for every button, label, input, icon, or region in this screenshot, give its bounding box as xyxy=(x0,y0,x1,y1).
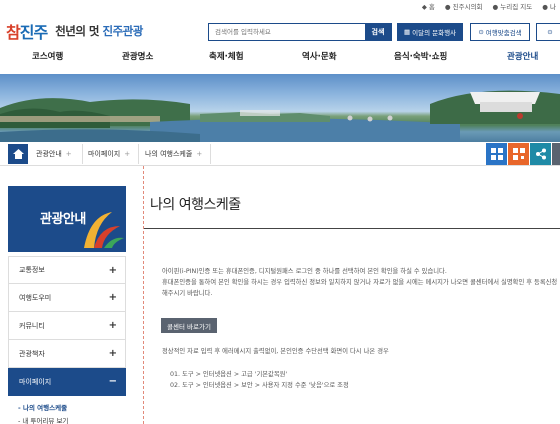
sidebar-item-transport[interactable]: 교통정보 + xyxy=(8,256,126,284)
menu-icon: ⊙ xyxy=(547,28,553,36)
title-divider xyxy=(144,228,560,229)
monthly-culture-events-button[interactable]: ▦ 이달의 문화행사 xyxy=(397,23,463,41)
main-navigation: 코스여행 관광명소 축제·체험 역사·문화 음식·숙박·쇼핑 관광안내 xyxy=(0,50,560,66)
breadcrumb-item-mypage[interactable]: 마이페이지 + xyxy=(88,149,130,159)
left-sidebar: 관광안내 교통정보 + 여행도우미 + 커뮤니티 + 관광책자 + 마이페이지 − - 나… xyxy=(8,186,126,424)
sidebar-submenu: - 나의 여행스케줄 - 내 투어리뷰 보기 xyxy=(8,396,126,424)
hero-banner-image xyxy=(0,74,560,142)
breadcrumb-divider xyxy=(138,144,139,164)
sidebar-item-brochures[interactable]: 관광책자 + xyxy=(8,340,126,368)
home-icon xyxy=(12,149,24,159)
home-button[interactable] xyxy=(8,144,28,164)
expand-icon: + xyxy=(108,320,117,331)
breadcrumb-divider xyxy=(210,144,211,164)
step-text: 01. 도구 > 인터넷옵션 > 고급 '기본값복원' xyxy=(170,371,288,378)
sidebar-item-mypage[interactable]: 마이페이지 − xyxy=(8,368,126,396)
qr-icon xyxy=(512,148,525,160)
utility-bar: ◆ 홈 ● 진주시의회 ● 누리집 지도 ● 나 xyxy=(422,0,560,12)
calendar-icon: ▦ xyxy=(403,28,411,36)
share-grid-button[interactable] xyxy=(486,143,507,165)
nav-food-lodging-shopping[interactable]: 음식·숙박·쇼핑 xyxy=(394,50,447,62)
sidebar-menu: 교통정보 + 여행도우미 + 커뮤니티 + 관광책자 + 마이페이지 − xyxy=(8,256,126,396)
step-text: 02. 도구 > 인터넷옵션 > 보안 > 사용자 지정 수준 '낮음'으로 조… xyxy=(170,382,349,389)
grid-icon xyxy=(490,148,503,160)
share-icon xyxy=(535,148,546,160)
main-content: 나의 여행스케줄 아이핀(i-PIN)인증 또는 휴대폰인증, 디지털원패스 로… xyxy=(143,166,560,424)
note-text: 정상적인 자료 입력 후 에러메시지 출력없이, 본인인증 수단선택 화면이 다… xyxy=(162,348,389,355)
intro-text-line: 휴대폰인증을 통하여 본인 확인을 하시는 경우 입력하신 정보와 일치하지 않… xyxy=(162,279,558,286)
util-sitemap-link[interactable]: ● 누리집 지도 xyxy=(493,1,533,11)
logo-mark: 참진주 xyxy=(6,23,48,42)
search-button[interactable]: 검색 xyxy=(365,24,391,40)
nav-history-culture[interactable]: 역사·문화 xyxy=(302,50,337,62)
search-box: 검색 xyxy=(208,23,392,41)
sidebar-item-travel-helper[interactable]: 여행도우미 + xyxy=(8,284,126,312)
nav-festival[interactable]: 축제·체험 xyxy=(209,50,244,62)
header-extra-button[interactable]: ⊙ xyxy=(536,23,560,41)
river-landscape-illustration xyxy=(0,90,560,142)
sidebar-title-box: 관광안내 xyxy=(8,186,126,252)
expand-icon: + xyxy=(108,348,117,359)
site-logo[interactable]: 참진주 천년의 멋 진주관광 xyxy=(6,12,186,50)
nav-course-travel[interactable]: 코스여행 xyxy=(32,50,63,62)
sidebar-decoration-graphic xyxy=(84,212,124,248)
intro-text-line: 아이핀(i-PIN)인증 또는 휴대폰인증, 디지털원패스 로그인 중 하나를 … xyxy=(162,268,447,275)
breadcrumb-item-schedule[interactable]: 나의 여행스케줄 + xyxy=(145,149,202,159)
expand-icon: + xyxy=(108,264,117,276)
nav-attractions[interactable]: 관광명소 xyxy=(122,50,153,62)
page-title: 나의 여행스케줄 xyxy=(150,197,241,213)
qr-button[interactable] xyxy=(508,143,529,165)
util-council-link[interactable]: ● 진주시의회 xyxy=(445,1,483,11)
tailored-search-button[interactable]: ⊙ 여행맞춤검색 xyxy=(470,23,530,41)
submenu-item-my-schedule[interactable]: - 나의 여행스케줄 xyxy=(18,402,116,415)
search-input[interactable] xyxy=(209,24,365,40)
share-button[interactable] xyxy=(530,143,551,165)
submenu-item-my-reviews[interactable]: - 내 투어리뷰 보기 xyxy=(18,415,116,424)
print-button[interactable] xyxy=(552,143,560,165)
util-more-link[interactable]: ● 나 xyxy=(542,1,556,11)
breadcrumb-divider xyxy=(82,144,83,164)
nav-tourist-info[interactable]: 관광안내 xyxy=(507,50,538,62)
call-center-button[interactable]: 콜센터 바로가기 xyxy=(161,318,217,333)
breadcrumb-item-tourist-info[interactable]: 관광안내 + xyxy=(36,149,72,159)
intro-text-line: 해주시기 바랍니다. xyxy=(162,290,213,297)
logo-slogan: 천년의 멋 진주관광 xyxy=(55,24,143,38)
search-icon: ⊙ xyxy=(478,28,484,36)
collapse-icon: − xyxy=(108,376,117,387)
util-home-link[interactable]: ◆ 홈 xyxy=(422,1,435,11)
expand-icon: + xyxy=(108,292,117,303)
sidebar-item-community[interactable]: 커뮤니티 + xyxy=(8,312,126,340)
breadcrumb: 관광안내 + 마이페이지 + 나의 여행스케줄 + xyxy=(0,142,560,166)
